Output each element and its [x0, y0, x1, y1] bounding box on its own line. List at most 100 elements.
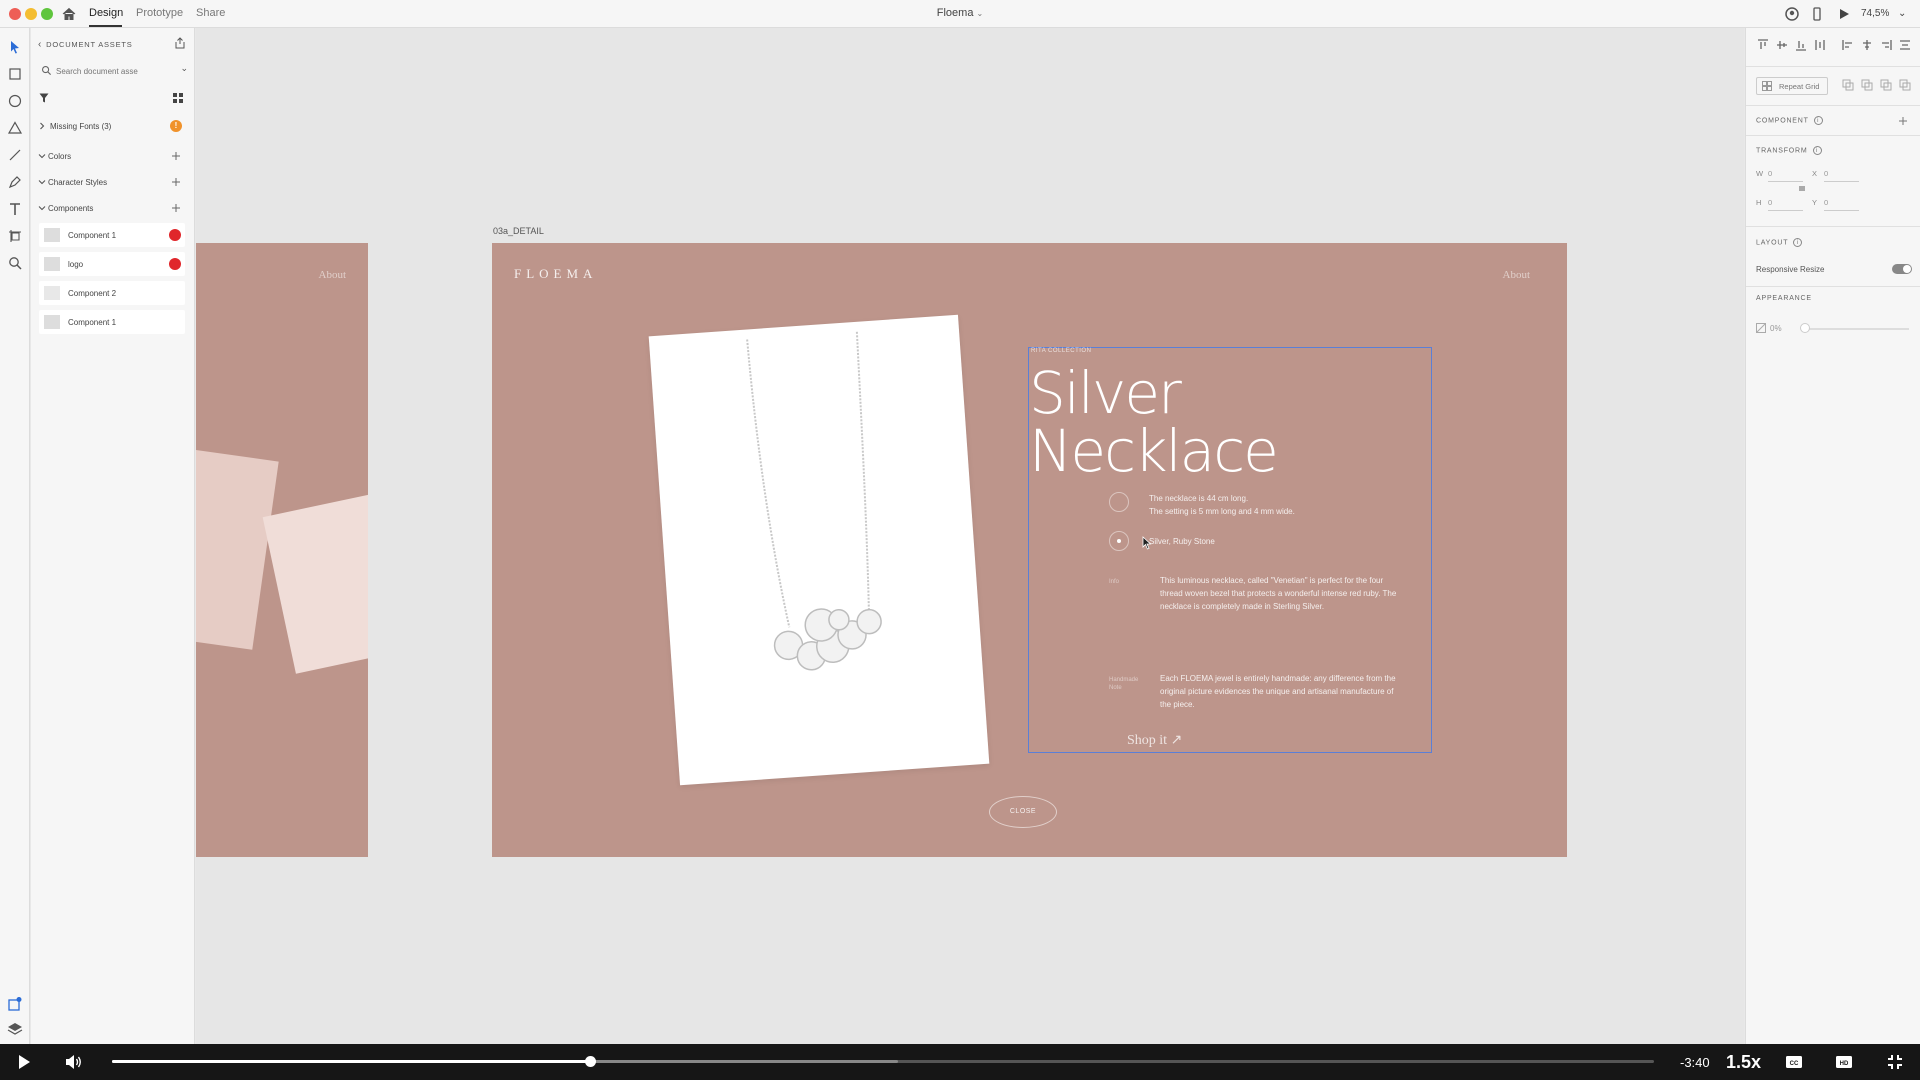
chevron-left-icon[interactable]: ‹	[38, 39, 42, 50]
boolean-exclude-icon[interactable]	[1898, 78, 1912, 92]
search-box[interactable]: ⌄	[38, 61, 190, 81]
align-top-icon[interactable]	[1756, 38, 1770, 52]
exit-fullscreen-icon[interactable]	[1885, 1052, 1905, 1072]
close-button[interactable]: CLOSE	[989, 796, 1057, 828]
chevron-down-icon[interactable]	[37, 151, 47, 161]
home-icon[interactable]	[61, 6, 77, 22]
distribute-horizontal-icon[interactable]	[1898, 38, 1912, 52]
zoom-level[interactable]: 74,5%	[1861, 8, 1889, 19]
align-left-icon[interactable]	[1841, 38, 1855, 52]
y-label: Y	[1812, 198, 1818, 207]
rectangle-tool-icon[interactable]	[6, 65, 24, 83]
polygon-tool-icon[interactable]	[6, 119, 24, 137]
zoom-window-button[interactable]	[41, 8, 53, 20]
pen-tool-icon[interactable]	[6, 173, 24, 191]
size-icon	[1109, 492, 1129, 512]
play-icon[interactable]	[14, 1052, 34, 1072]
play-preview-icon[interactable]	[1836, 6, 1852, 22]
tab-design[interactable]: Design	[89, 7, 123, 19]
grid-view-icon[interactable]	[173, 93, 183, 103]
text-tool-icon[interactable]	[6, 200, 24, 218]
add-character-style-icon[interactable]	[169, 175, 183, 189]
colors-section[interactable]: Colors	[37, 149, 189, 165]
artboard-label[interactable]: 03a_DETAIL	[493, 226, 544, 236]
repeat-grid-button[interactable]: Repeat Grid	[1756, 77, 1828, 95]
close-window-button[interactable]	[9, 8, 21, 20]
edit-component-icon[interactable]	[169, 229, 181, 241]
component-item[interactable]: Component 2	[39, 281, 185, 305]
component-item[interactable]: logo	[39, 252, 185, 276]
video-scrubber-handle[interactable]	[585, 1056, 597, 1067]
align-middle-icon[interactable]	[1775, 38, 1789, 52]
mobile-preview-icon[interactable]	[1809, 6, 1825, 22]
info-icon[interactable]: i	[1812, 146, 1822, 155]
components-section[interactable]: Components	[37, 201, 189, 217]
layers-icon[interactable]	[6, 1020, 24, 1038]
document-title[interactable]: Floema	[937, 7, 974, 19]
opacity-slider-track[interactable]	[1806, 328, 1909, 330]
info-icon[interactable]: i	[1813, 116, 1823, 125]
video-controls: -3:40 1.5x CC HD	[0, 1044, 1920, 1080]
info-text: This luminous necklace, called "Venetian…	[1160, 576, 1397, 611]
opacity-value[interactable]: 0%	[1770, 324, 1782, 333]
chevron-right-icon[interactable]	[37, 121, 47, 131]
chevron-down-icon[interactable]: ⌄	[1898, 8, 1906, 19]
ellipse-tool-icon[interactable]	[6, 92, 24, 110]
search-input[interactable]	[56, 63, 166, 79]
add-component-icon[interactable]	[169, 201, 183, 215]
brand-logo: FLOEMA	[514, 266, 598, 281]
distribute-vertical-icon[interactable]	[1813, 38, 1827, 52]
lock-aspect-icon[interactable]	[1798, 181, 1806, 195]
volume-icon[interactable]	[63, 1052, 83, 1072]
text-group-selection[interactable]: RITA COLLECTION Silver Necklace The neck…	[1028, 347, 1432, 753]
chevron-down-icon[interactable]: ⌄	[977, 9, 984, 18]
product-title[interactable]: Silver Necklace	[1029, 364, 1279, 485]
x-value[interactable]: 0	[1824, 169, 1859, 182]
opacity-slider-handle[interactable]	[1800, 323, 1810, 333]
repeat-grid-label: Repeat Grid	[1779, 82, 1820, 91]
height-label: H	[1756, 198, 1762, 207]
artboard-previous[interactable]: About	[196, 243, 368, 857]
boolean-subtract-icon[interactable]	[1860, 78, 1874, 92]
add-color-icon[interactable]	[169, 149, 183, 163]
chevron-down-icon[interactable]: ⌄	[180, 63, 188, 74]
line-tool-icon[interactable]	[6, 146, 24, 164]
align-center-icon[interactable]	[1860, 38, 1874, 52]
height-value[interactable]: 0	[1768, 198, 1803, 211]
missing-fonts-row[interactable]: Missing Fonts (3) !	[37, 119, 189, 135]
tab-share[interactable]: Share	[196, 7, 225, 19]
component-item[interactable]: Component 1	[39, 310, 185, 334]
captions-icon[interactable]: CC	[1784, 1052, 1804, 1072]
responsive-resize-toggle[interactable]	[1892, 264, 1912, 274]
add-component-icon[interactable]	[1896, 114, 1910, 128]
filter-icon[interactable]	[39, 93, 49, 103]
playback-speed-button[interactable]: 1.5x	[1726, 1052, 1761, 1073]
character-styles-section[interactable]: Character Styles	[37, 175, 189, 191]
artboard-tool-icon[interactable]	[6, 227, 24, 245]
boolean-add-icon[interactable]	[1841, 78, 1855, 92]
tab-prototype[interactable]: Prototype	[136, 7, 183, 19]
assets-panel-header[interactable]: ‹ DOCUMENT ASSETS	[38, 39, 133, 50]
info-icon[interactable]: i	[1793, 238, 1803, 247]
product-title-line2: Necklace	[1029, 417, 1279, 485]
video-progress-bar[interactable]	[112, 1056, 1654, 1067]
minimize-window-button[interactable]	[25, 8, 37, 20]
design-canvas[interactable]: About 03a_DETAIL FLOEMA About RITA COLLE…	[196, 28, 1744, 1044]
shop-it-link[interactable]: Shop it ↗	[1127, 732, 1182, 749]
user-icon[interactable]	[1784, 6, 1800, 22]
chevron-down-icon[interactable]	[37, 177, 47, 187]
zoom-tool-icon[interactable]	[6, 254, 24, 272]
assets-icon[interactable]	[6, 995, 24, 1013]
align-bottom-icon[interactable]	[1794, 38, 1808, 52]
component-thumbnail	[44, 315, 60, 329]
hd-quality-icon[interactable]: HD	[1834, 1052, 1854, 1072]
boolean-intersect-icon[interactable]	[1879, 78, 1893, 92]
select-tool-icon[interactable]	[6, 38, 24, 56]
export-icon[interactable]	[174, 37, 186, 49]
y-value[interactable]: 0	[1824, 198, 1859, 211]
edit-component-icon[interactable]	[169, 258, 181, 270]
artboard-detail[interactable]: FLOEMA About RITA COLLECTION Silver Neck…	[492, 243, 1567, 857]
align-right-icon[interactable]	[1879, 38, 1893, 52]
component-item[interactable]: Component 1	[39, 223, 185, 247]
chevron-down-icon[interactable]	[37, 203, 47, 213]
